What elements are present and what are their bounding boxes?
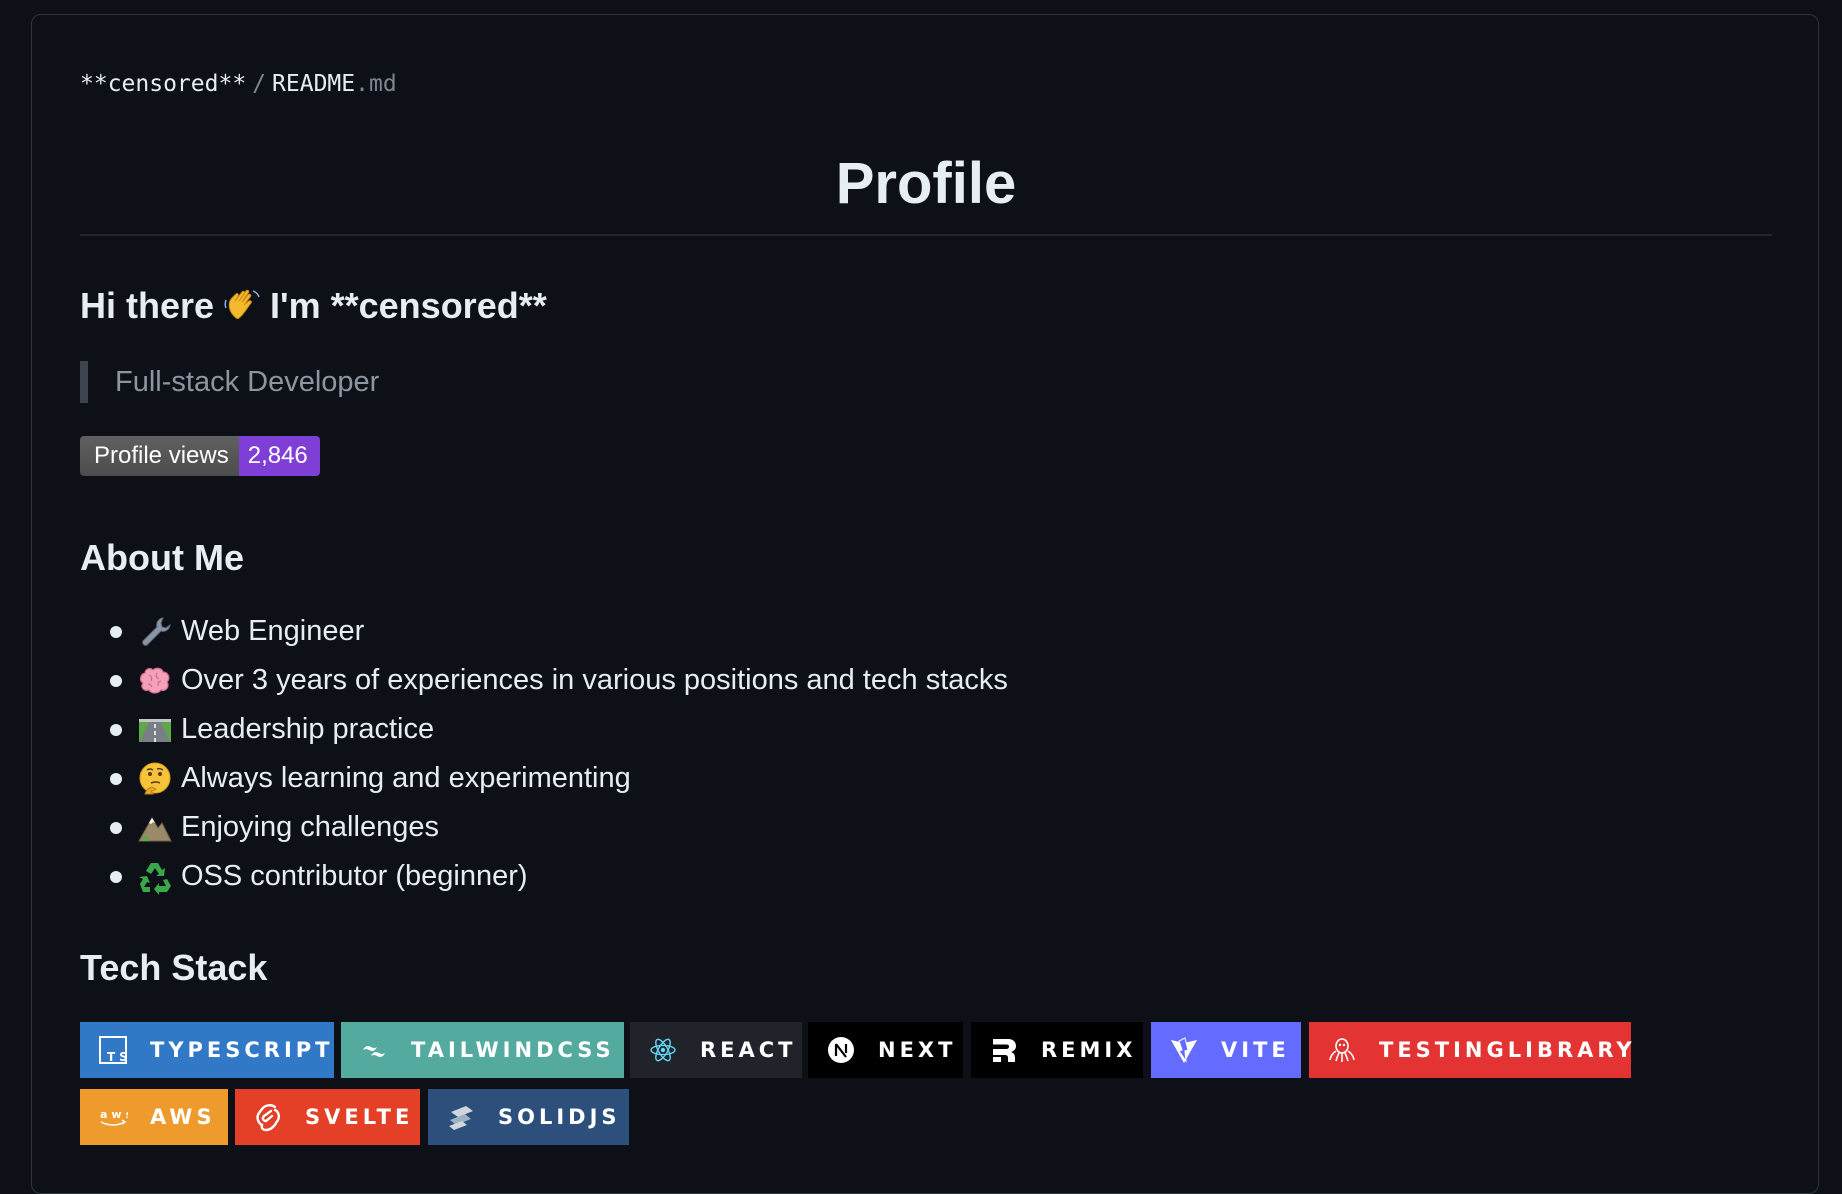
tech-stack-heading: Tech Stack bbox=[80, 947, 268, 988]
svelte-badge-label: SVELTE bbox=[305, 1105, 414, 1129]
bullet bbox=[110, 723, 122, 736]
vite-badge-label: VITE bbox=[1221, 1038, 1290, 1062]
solidjs-badge-label: SOLIDJS bbox=[498, 1105, 621, 1129]
remix-badge-label: REMIX bbox=[1041, 1038, 1137, 1062]
tailwindcss-icon bbox=[363, 1046, 385, 1057]
breadcrumb-separator: / bbox=[252, 71, 267, 97]
aws-icon: aws bbox=[100, 1108, 128, 1126]
about-item-text: Web Engineer bbox=[181, 615, 365, 647]
svelte-icon bbox=[256, 1104, 280, 1132]
remix-icon bbox=[993, 1039, 1016, 1062]
breadcrumb-owner-link[interactable]: **censored** bbox=[80, 71, 246, 97]
about-item-text: Over 3 years of experiences in various p… bbox=[181, 664, 1008, 696]
svg-text:aws: aws bbox=[100, 1108, 128, 1121]
about-list: Web Engineer Over 3 years of experiences… bbox=[80, 607, 1008, 901]
typescript-badge-label: TYPESCRIPT bbox=[150, 1038, 334, 1062]
breadcrumb: **censored** / README.md bbox=[80, 71, 397, 97]
motorway-icon bbox=[139, 718, 171, 742]
greeting-suffix: I'm **censored** bbox=[270, 285, 547, 326]
wrench-icon bbox=[142, 616, 171, 646]
typescript-badge[interactable]: TS TYPESCRIPT bbox=[80, 1022, 334, 1078]
bullet bbox=[110, 772, 122, 785]
profile-views-label: Profile views bbox=[80, 436, 239, 476]
list-item: Web Engineer bbox=[80, 607, 1008, 656]
bullet bbox=[110, 870, 122, 883]
react-badge-label: REACT bbox=[700, 1038, 797, 1062]
recycle-icon bbox=[139, 862, 171, 895]
page-title: Profile bbox=[835, 151, 1017, 216]
tagline-blockquote: Full-stack Developer bbox=[80, 361, 379, 403]
title-divider bbox=[80, 234, 1772, 236]
greeting-prefix: Hi there bbox=[80, 285, 215, 326]
react-badge[interactable]: REACT bbox=[630, 1022, 802, 1078]
next-badge-label: NEXT bbox=[878, 1038, 957, 1062]
breadcrumb-ext: .md bbox=[355, 71, 397, 97]
bullet bbox=[110, 625, 122, 638]
readme-card: **censored** / README.md Profile Hi there … bbox=[31, 14, 1819, 1194]
about-item-text: Always learning and experimenting bbox=[181, 762, 631, 794]
bullet bbox=[110, 821, 122, 834]
testinglibrary-badge[interactable]: TESTINGLIBRARY bbox=[1309, 1022, 1632, 1078]
react-icon bbox=[650, 1038, 676, 1062]
testinglibrary-icon bbox=[1329, 1038, 1355, 1062]
list-item: OSS contributor (beginner) bbox=[80, 852, 1008, 901]
aws-badge[interactable]: aws AWS bbox=[80, 1089, 228, 1145]
about-item-text: Leadership practice bbox=[181, 713, 435, 745]
tailwindcss-badge-label: TAILWINDCSS bbox=[411, 1038, 615, 1062]
about-heading: About Me bbox=[80, 537, 244, 578]
bullet bbox=[110, 674, 122, 687]
next-badge[interactable]: NEXT bbox=[808, 1022, 963, 1078]
typescript-icon: TS bbox=[99, 1036, 128, 1064]
about-item-text: Enjoying challenges bbox=[181, 811, 439, 843]
profile-views-count: 2,846 bbox=[238, 436, 320, 476]
svelte-badge[interactable]: SVELTE bbox=[235, 1089, 420, 1145]
list-item: Leadership practice bbox=[80, 705, 1008, 754]
vite-icon bbox=[1171, 1037, 1197, 1063]
about-item-text: OSS contributor (beginner) bbox=[181, 860, 528, 892]
testinglibrary-badge-label: TESTINGLIBRARY bbox=[1379, 1038, 1636, 1062]
nextjs-icon bbox=[828, 1037, 854, 1063]
brain-icon bbox=[139, 667, 170, 694]
thinking-face-icon bbox=[139, 762, 171, 794]
tailwindcss-badge[interactable]: TAILWINDCSS bbox=[341, 1022, 624, 1078]
aws-badge-label: AWS bbox=[150, 1105, 216, 1129]
profile-views-badge[interactable]: Profile views 2,846 bbox=[80, 436, 320, 476]
waving-hand-icon bbox=[224, 289, 260, 320]
mountain-icon bbox=[138, 816, 172, 841]
solidjs-badge[interactable]: SOLIDJS bbox=[428, 1089, 629, 1145]
greeting-heading: Hi there I'm **censored** bbox=[80, 283, 547, 329]
solidjs-icon bbox=[449, 1106, 473, 1130]
svg-text:TS: TS bbox=[107, 1050, 128, 1064]
list-item: Enjoying challenges bbox=[80, 803, 1008, 852]
vite-badge[interactable]: VITE bbox=[1151, 1022, 1301, 1078]
remix-badge[interactable]: REMIX bbox=[971, 1022, 1143, 1078]
list-item: Over 3 years of experiences in various p… bbox=[80, 656, 1008, 705]
list-item: Always learning and experimenting bbox=[80, 754, 1008, 803]
breadcrumb-file: README bbox=[272, 71, 356, 97]
